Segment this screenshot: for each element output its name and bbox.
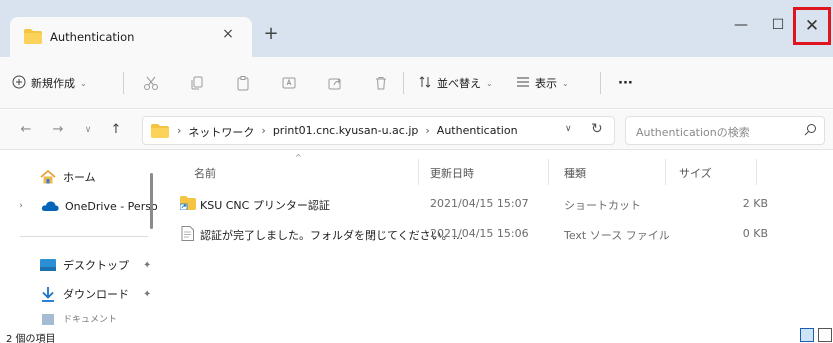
table-row[interactable]: 認証が完了しました。フォルダを閉じてください。... 2021/04/15 15… — [178, 223, 798, 245]
column-divider[interactable] — [665, 159, 666, 185]
column-header-size[interactable]: サイズ — [679, 165, 712, 181]
view-list-icon — [516, 75, 530, 92]
sort-label: 並べ替え — [437, 77, 481, 90]
folder-icon — [151, 124, 169, 141]
column-header-modified[interactable]: 更新日時 — [430, 165, 474, 181]
onedrive-icon — [40, 200, 60, 212]
file-type: ショートカット — [564, 199, 641, 212]
column-header-name[interactable]: 名前 — [194, 165, 216, 181]
column-header-type[interactable]: 種類 — [564, 165, 586, 181]
nav-divider — [20, 236, 148, 237]
navigation-pane: ホーム › OneDrive - Perso デスクトップ ✦ ダウンロード ✦… — [0, 151, 160, 331]
refresh-icon[interactable]: ↻ — [591, 121, 603, 137]
file-type: Text ソース ファイル — [564, 229, 670, 242]
breadcrumb-separator: › — [425, 124, 430, 137]
nav-item-home[interactable]: ホーム — [0, 166, 96, 188]
home-icon — [38, 170, 58, 184]
nav-item-documents[interactable]: ドキュメント — [0, 311, 117, 325]
download-icon — [38, 286, 58, 302]
folder-icon — [24, 29, 42, 47]
file-modified: 2021/04/15 15:06 — [430, 227, 529, 240]
divider — [123, 72, 124, 94]
minimize-button[interactable]: — — [724, 8, 758, 42]
address-dropdown-icon[interactable]: ∨ — [565, 124, 572, 134]
file-name: 認証が完了しました。フォルダを閉じてください。... — [200, 229, 464, 242]
pin-icon[interactable]: ✦ — [143, 289, 151, 300]
sort-button[interactable]: 並べ替え ⌄ — [418, 73, 493, 93]
breadcrumb-server[interactable]: print01.cnc.kyusan-u.ac.jp — [273, 124, 419, 140]
forward-arrow-icon[interactable]: → — [50, 122, 66, 138]
divider — [403, 72, 404, 94]
status-bar: 2 個の項目 — [0, 328, 833, 343]
pin-icon[interactable]: ✦ — [143, 260, 151, 271]
file-size: 2 KB — [742, 197, 768, 210]
plus-circle-icon — [12, 75, 26, 92]
delete-icon[interactable] — [370, 72, 392, 94]
new-tab-button[interactable]: + — [262, 25, 280, 43]
maximize-button[interactable]: ☐ — [761, 8, 795, 42]
expand-chevron-icon[interactable]: › — [14, 201, 28, 211]
back-arrow-icon[interactable]: ← — [18, 122, 34, 138]
breadcrumb-separator: › — [177, 124, 182, 137]
search-icon — [804, 123, 817, 139]
sort-ascending-icon: ^ — [295, 153, 302, 162]
more-options-button[interactable]: ··· — [618, 73, 633, 93]
nav-scrollbar[interactable] — [150, 173, 153, 229]
share-icon[interactable] — [324, 72, 346, 94]
breadcrumb-separator: › — [261, 124, 266, 137]
title-bar: Authentication × + — ☐ ✕ — [0, 0, 833, 57]
nav-item-label: OneDrive - Perso — [65, 199, 158, 213]
file-size: 0 KB — [742, 227, 768, 240]
nav-item-label: デスクトップ — [63, 259, 129, 272]
nav-item-onedrive[interactable]: › OneDrive - Perso — [0, 195, 158, 217]
documents-icon — [38, 311, 58, 325]
recent-chevron-icon[interactable]: ∨ — [80, 122, 96, 138]
chevron-down-icon: ⌄ — [562, 78, 569, 88]
nav-item-label: ドキュメント — [63, 314, 118, 325]
new-label: 新規作成 — [31, 77, 75, 90]
address-bar[interactable]: › ネットワーク › print01.cnc.kyusan-u.ac.jp › … — [142, 116, 615, 145]
search-placeholder: Authenticationの検索 — [636, 126, 750, 139]
sort-icon — [418, 75, 432, 92]
breadcrumb-network[interactable]: ネットワーク — [188, 124, 254, 140]
file-name: KSU CNC プリンター認証 — [200, 199, 330, 212]
column-divider[interactable] — [418, 159, 419, 185]
tiles-view-icon[interactable] — [818, 328, 832, 342]
file-modified: 2021/04/15 15:07 — [430, 197, 529, 210]
text-file-icon — [181, 226, 194, 244]
nav-item-desktop[interactable]: デスクトップ ✦ — [0, 254, 151, 276]
up-arrow-icon[interactable]: ↑ — [108, 122, 124, 138]
close-button[interactable]: ✕ — [793, 7, 831, 45]
file-list: ^ 名前 更新日時 種類 サイズ KSU CNC プリンター認証 2021/04… — [160, 151, 833, 331]
chevron-down-icon: ⌄ — [486, 78, 493, 88]
view-label: 表示 — [535, 77, 557, 90]
nav-item-downloads[interactable]: ダウンロード ✦ — [0, 283, 151, 305]
column-divider[interactable] — [756, 159, 757, 185]
column-divider[interactable] — [548, 159, 549, 185]
divider — [600, 72, 601, 94]
cut-icon[interactable] — [140, 72, 162, 94]
details-view-icon[interactable] — [800, 328, 814, 342]
address-row: ← → ∨ ↑ › ネットワーク › print01.cnc.kyusan-u.… — [0, 110, 833, 150]
search-input[interactable]: Authenticationの検索 — [625, 116, 825, 145]
tab-authentication[interactable]: Authentication × — [10, 17, 252, 57]
breadcrumb-authentication[interactable]: Authentication — [437, 124, 518, 140]
command-bar: 新規作成 ⌄ 並べ替え ⌄ 表示 ⌄ ··· — [0, 57, 833, 109]
breadcrumb: › ネットワーク › print01.cnc.kyusan-u.ac.jp › … — [177, 124, 518, 140]
nav-item-label: ホーム — [63, 171, 96, 184]
chevron-down-icon: ⌄ — [80, 78, 87, 88]
tab-close-button[interactable]: × — [220, 26, 236, 42]
tab-title: Authentication — [50, 30, 135, 44]
desktop-icon — [38, 259, 58, 271]
copy-icon[interactable] — [186, 72, 208, 94]
table-row[interactable]: KSU CNC プリンター認証 2021/04/15 15:07 ショートカット… — [178, 193, 798, 215]
rename-icon[interactable] — [278, 72, 300, 94]
new-button[interactable]: 新規作成 ⌄ — [12, 73, 87, 93]
shortcut-folder-icon — [179, 196, 196, 213]
paste-icon[interactable] — [232, 72, 254, 94]
view-button[interactable]: 表示 ⌄ — [516, 73, 569, 93]
nav-item-label: ダウンロード — [63, 288, 129, 301]
item-count: 2 個の項目 — [6, 334, 56, 343]
